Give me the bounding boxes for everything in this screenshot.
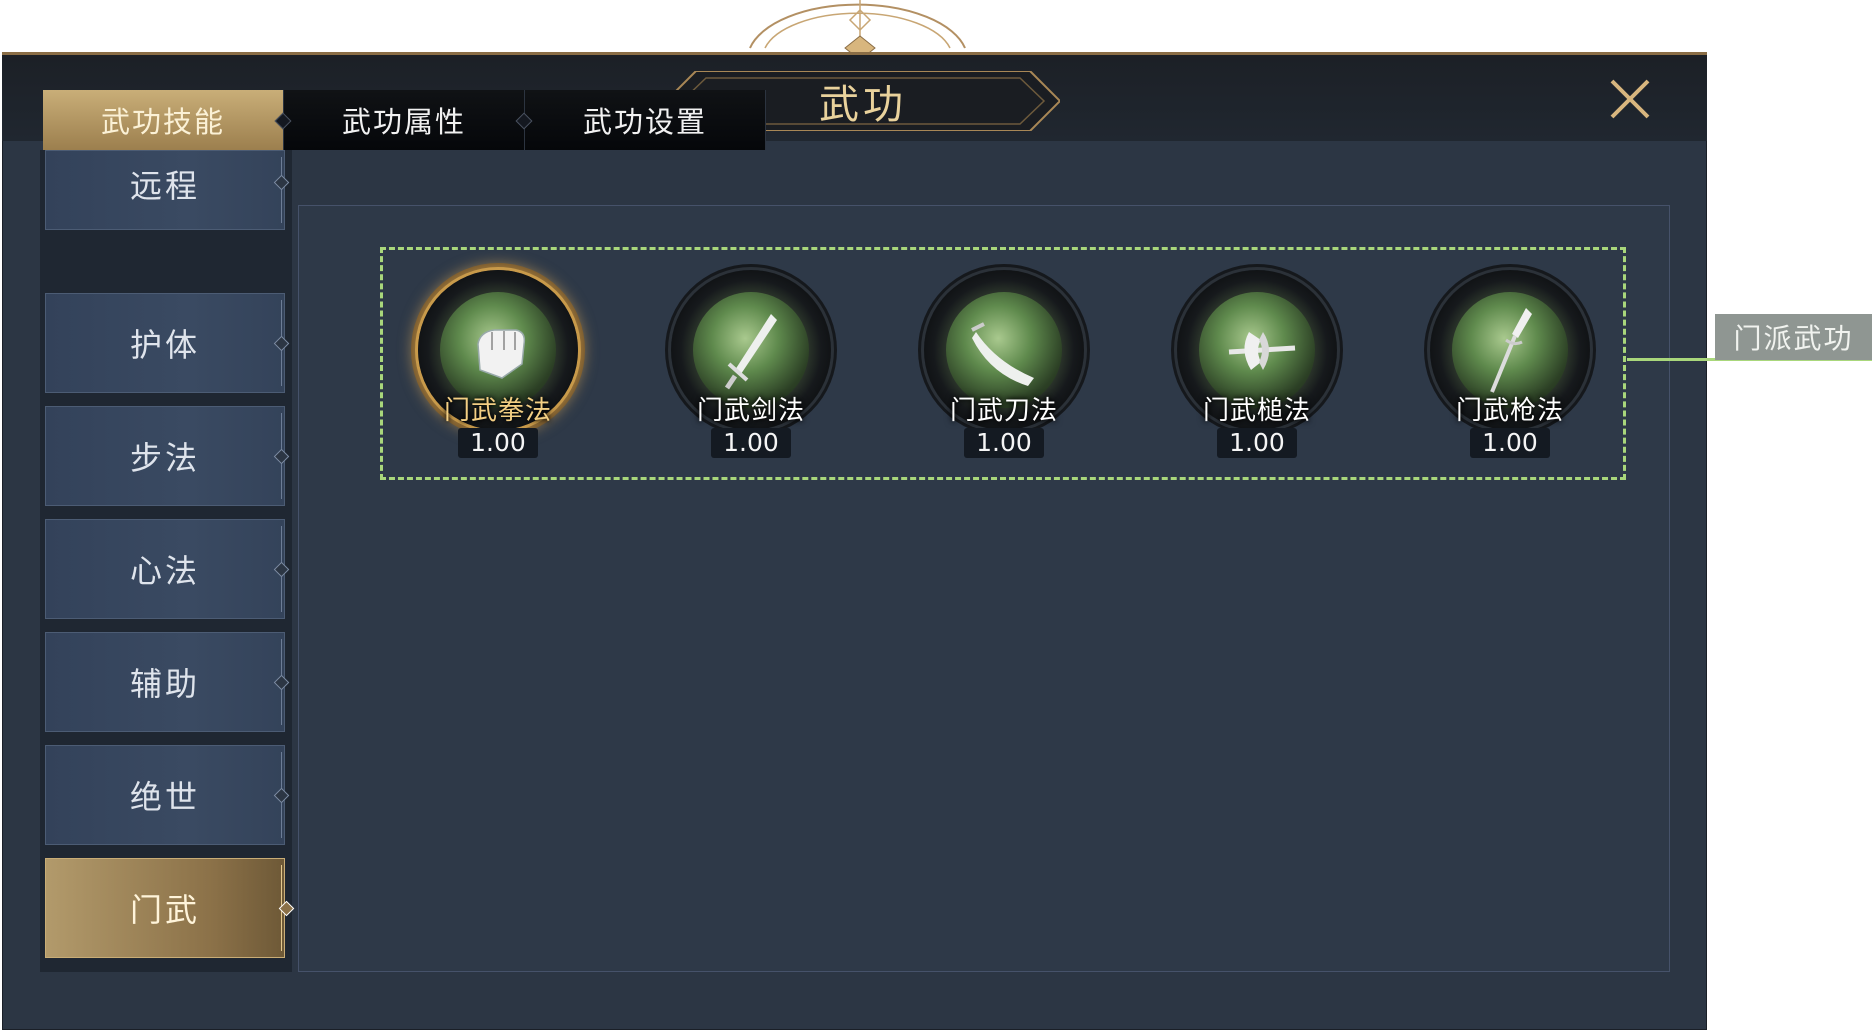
skill-hammer[interactable]: 门武槌法 1.00 [1167,270,1347,470]
skill-name: 门武刀法 [949,396,1058,426]
skill-sword[interactable]: 门武剑法 1.00 [661,270,841,470]
tab-skills[interactable]: 武功技能 [43,90,292,150]
sidebar-item-label: 步法 [129,439,200,477]
tab-attributes[interactable]: 武功属性 [284,90,533,150]
annotation-label: 门派武功 [1715,314,1872,360]
skill-name: 门武拳法 [443,396,552,426]
tab-bar: 武功技能 武功属性 武功设置 [43,90,766,150]
skill-blade[interactable]: 门武刀法 1.00 [914,270,1094,470]
skill-fist[interactable]: 门武拳法 1.00 [408,270,588,470]
sidebar-item-footwork[interactable]: 步法 [45,406,290,506]
skill-spear[interactable]: 门武枪法 1.00 [1420,270,1600,470]
close-icon[interactable] [1606,75,1654,123]
skill-name: 门武剑法 [696,396,805,426]
skill-level: 1.00 [1470,428,1550,458]
sidebar-item-label: 绝世 [129,778,200,816]
sidebar-item-label: 心法 [129,552,200,590]
tab-settings[interactable]: 武功设置 [525,90,766,150]
sidebar-item-defense[interactable]: 护体 [45,293,290,393]
tab-label: 武功属性 [341,105,466,139]
sidebar-item-label: 护体 [129,326,200,364]
skill-level: 1.00 [711,428,791,458]
sidebar-item-support[interactable]: 辅助 [45,632,290,732]
skill-name: 门武枪法 [1455,396,1564,426]
skill-level: 1.00 [964,428,1044,458]
skill-level: 1.00 [458,428,538,458]
skill-level: 1.00 [1217,428,1297,458]
tab-label: 武功设置 [582,105,707,139]
sidebar-item-label: 辅助 [129,665,200,703]
sidebar-item-ultimate[interactable]: 绝世 [45,745,290,845]
sidebar-item-label: 门武 [129,891,200,929]
sidebar-item-label: 远程 [129,167,200,205]
tab-label: 武功技能 [100,105,225,139]
sidebar-item-mindset[interactable]: 心法 [45,519,290,619]
skill-name: 门武槌法 [1202,396,1311,426]
sidebar-item-sect[interactable]: 门武 [45,858,295,958]
sidebar-item-ranged[interactable]: 远程 [45,150,290,230]
